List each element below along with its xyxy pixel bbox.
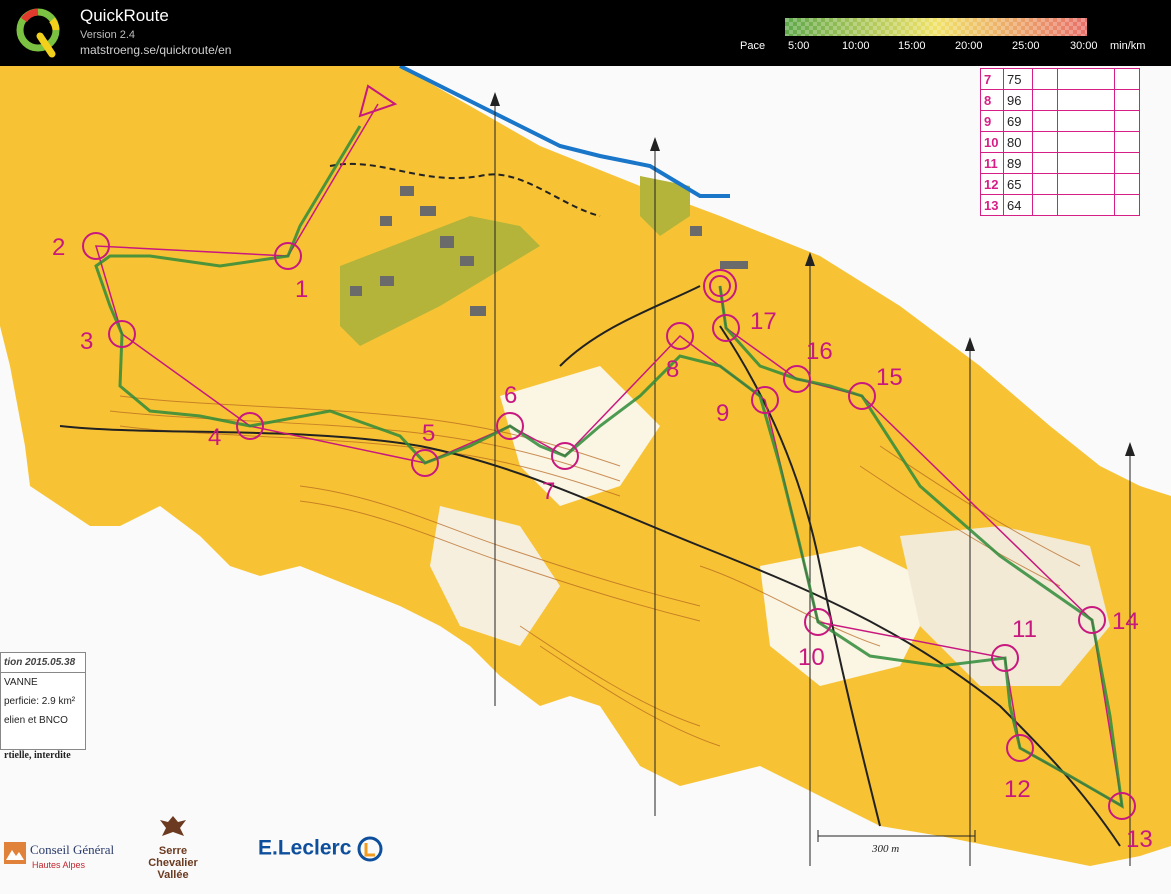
control-number-11: 11	[1012, 616, 1037, 643]
app-header: QuickRoute Version 2.4 matstroeng.se/qui…	[0, 0, 1171, 66]
pace-tick: 25:00	[1012, 40, 1040, 52]
pace-unit: min/km	[1110, 40, 1146, 52]
description-symbol-cell	[1032, 173, 1058, 195]
description-symbol-cell	[1032, 110, 1058, 132]
description-code: 80	[1003, 131, 1033, 153]
control-number-12: 12	[1004, 776, 1031, 803]
description-symbol-cell	[1057, 89, 1115, 111]
control-description-sheet: 7 75 8 96 9 69 10 80 11 89 12 65 13 64	[980, 68, 1140, 216]
description-code: 96	[1003, 89, 1033, 111]
control-number-6: 6	[504, 382, 518, 409]
description-symbol-cell	[1032, 152, 1058, 174]
description-row: 7 75	[980, 68, 1140, 90]
info-area: perficie: 2.9 km²	[4, 696, 76, 707]
control-number-15: 15	[876, 364, 903, 391]
description-symbol-cell	[1057, 194, 1115, 216]
description-number: 12	[980, 173, 1004, 195]
control-number-4: 4	[208, 424, 222, 451]
control-number-14: 14	[1112, 608, 1139, 635]
serre-chevalier-line: Vallée	[157, 869, 189, 881]
description-symbol-cell	[1114, 131, 1140, 153]
sponsor-conseil-general: Conseil Général Hautes Alpes	[4, 842, 114, 870]
conseil-general-name: Conseil Général	[30, 842, 115, 857]
description-row: 10 80	[980, 131, 1140, 153]
description-number: 11	[980, 152, 1004, 174]
control-number-8: 8	[666, 356, 680, 383]
info-date: tion 2015.05.38	[1, 653, 85, 673]
description-row: 11 89	[980, 152, 1140, 174]
description-symbol-cell	[1057, 110, 1115, 132]
leclerc-name: E.Leclerc	[258, 836, 352, 860]
app-version: Version 2.4	[80, 29, 136, 41]
control-number-5: 5	[422, 420, 436, 447]
sponsor-leclerc: E.Leclerc	[258, 836, 383, 862]
description-symbol-cell	[1114, 110, 1140, 132]
control-number-10: 10	[798, 644, 825, 671]
control-number-9: 9	[716, 400, 730, 427]
description-symbol-cell	[1032, 131, 1058, 153]
description-code: 65	[1003, 173, 1033, 195]
sponsor-serre-chevalier: Serre Chevalier Vallée	[138, 814, 208, 881]
description-row: 12 65	[980, 173, 1140, 195]
app-url-link[interactable]: matstroeng.se/quickroute/en	[80, 43, 231, 57]
description-number: 8	[980, 89, 1004, 111]
control-number-7: 7	[542, 478, 556, 505]
eagle-crest-icon	[160, 816, 186, 836]
description-symbol-cell	[1114, 173, 1140, 195]
pace-tick: 15:00	[898, 40, 926, 52]
serre-chevalier-line: Chevalier	[148, 857, 198, 869]
control-number-13: 13	[1126, 826, 1153, 853]
pace-color-scale[interactable]	[785, 18, 1087, 36]
quickroute-logo-icon	[16, 8, 60, 58]
description-symbol-cell	[1057, 152, 1115, 174]
description-symbol-cell	[1032, 68, 1058, 90]
control-number-16: 16	[806, 338, 833, 365]
info-credits: elien et BNCO	[4, 715, 68, 726]
conseil-general-sub: Hautes Alpes	[32, 860, 86, 870]
description-row: 9 69	[980, 110, 1140, 132]
conseil-general-logo-icon	[4, 842, 26, 864]
description-symbol-cell	[1114, 68, 1140, 90]
description-row: 8 96	[980, 89, 1140, 111]
description-symbol-cell	[1114, 194, 1140, 216]
pace-label: Pace	[740, 40, 766, 52]
app-title: QuickRoute	[80, 6, 169, 25]
scale-bar-label: 300 m	[872, 843, 900, 855]
control-number-17: 17	[750, 308, 777, 335]
info-footer: rtielle, interdite	[4, 750, 71, 761]
description-code: 89	[1003, 152, 1033, 174]
description-symbol-cell	[1057, 68, 1115, 90]
description-symbol-cell	[1057, 131, 1115, 153]
serre-chevalier-line: Serre	[158, 845, 188, 857]
description-number: 7	[980, 68, 1004, 90]
description-code: 75	[1003, 68, 1033, 90]
description-symbol-cell	[1032, 194, 1058, 216]
description-row: 13 64	[980, 194, 1140, 216]
control-number-3: 3	[80, 328, 94, 355]
description-symbol-cell	[1114, 152, 1140, 174]
control-number-2: 2	[52, 234, 66, 261]
pace-tick: 30:00	[1070, 40, 1098, 52]
description-symbol-cell	[1032, 89, 1058, 111]
description-code: 69	[1003, 110, 1033, 132]
pace-tick: 5:00	[788, 40, 810, 52]
info-name: VANNE	[4, 677, 38, 688]
description-symbol-cell	[1057, 173, 1115, 195]
leclerc-logo-icon	[357, 836, 383, 862]
description-code: 64	[1003, 194, 1033, 216]
control-number-1: 1	[295, 276, 309, 303]
description-number: 13	[980, 194, 1004, 216]
pace-tick: 20:00	[955, 40, 983, 52]
description-number: 10	[980, 131, 1004, 153]
pace-tick: 10:00	[842, 40, 870, 52]
orienteering-map[interactable]: 1 2 3 4 5 6 7 8 9 10 11 12 13 14 15 16 17 7 75 8 96 9 69 10 80 1…	[0, 66, 1171, 894]
map-info-box: tion 2015.05.38 VANNE perficie: 2.9 km² …	[0, 652, 86, 750]
description-number: 9	[980, 110, 1004, 132]
description-symbol-cell	[1114, 89, 1140, 111]
